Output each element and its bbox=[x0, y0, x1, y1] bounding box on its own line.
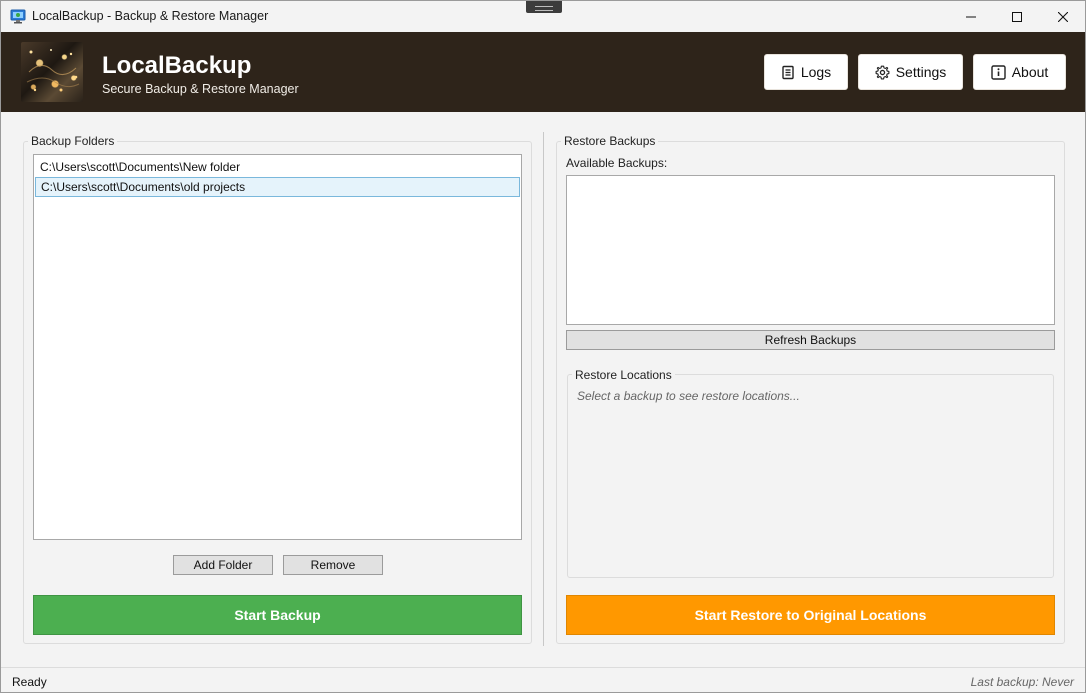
maximize-icon bbox=[1012, 11, 1022, 22]
restore-backups-label: Restore Backups bbox=[561, 134, 659, 148]
minimize-icon bbox=[966, 16, 976, 17]
settings-button-label: Settings bbox=[895, 64, 947, 80]
app-name: LocalBackup bbox=[102, 52, 252, 79]
minimize-button[interactable] bbox=[948, 1, 994, 32]
about-button-label: About bbox=[1011, 64, 1049, 80]
status-bar: Ready Last backup: Never bbox=[1, 667, 1085, 692]
restore-locations-placeholder: Select a backup to see restore locations… bbox=[577, 389, 800, 403]
list-item-selected[interactable]: C:\Users\scott\Documents\old projects bbox=[35, 177, 520, 197]
panel-divider bbox=[543, 132, 544, 646]
logs-button[interactable]: Logs bbox=[764, 54, 848, 90]
app-logo bbox=[21, 42, 83, 102]
restore-locations-label: Restore Locations bbox=[572, 368, 675, 382]
info-icon bbox=[991, 64, 1006, 80]
maximize-button[interactable] bbox=[994, 1, 1040, 32]
settings-button[interactable]: Settings bbox=[858, 54, 963, 90]
logs-button-label: Logs bbox=[800, 64, 832, 80]
snap-handle[interactable] bbox=[526, 1, 562, 13]
available-backups-list[interactable] bbox=[566, 175, 1055, 325]
refresh-backups-button[interactable]: Refresh Backups bbox=[566, 330, 1055, 350]
app-header: LocalBackup Secure Backup & Restore Mana… bbox=[1, 32, 1085, 112]
available-backups-label: Available Backups: bbox=[566, 156, 668, 170]
about-button[interactable]: About bbox=[973, 54, 1066, 90]
remove-button[interactable]: Remove bbox=[283, 555, 383, 575]
backup-folders-label: Backup Folders bbox=[28, 134, 118, 148]
app-window: LocalBackup - Backup & Restore Manager L… bbox=[0, 0, 1086, 693]
last-backup-status: Last backup: Never bbox=[970, 675, 1074, 689]
status-text: Ready bbox=[12, 675, 47, 689]
restore-locations-group bbox=[567, 374, 1054, 578]
list-item[interactable]: C:\Users\scott\Documents\New folder bbox=[35, 157, 520, 177]
start-backup-button[interactable]: Start Backup bbox=[33, 595, 522, 635]
start-restore-button[interactable]: Start Restore to Original Locations bbox=[566, 595, 1055, 635]
app-subtitle: Secure Backup & Restore Manager bbox=[102, 82, 299, 96]
add-folder-button[interactable]: Add Folder bbox=[173, 555, 273, 575]
close-button[interactable] bbox=[1040, 1, 1085, 32]
gear-icon bbox=[875, 65, 890, 79]
close-icon bbox=[1058, 11, 1068, 22]
document-list-icon bbox=[782, 65, 794, 79]
title-bar[interactable]: LocalBackup - Backup & Restore Manager bbox=[1, 1, 1085, 32]
backup-folders-list[interactable]: C:\Users\scott\Documents\New folder C:\U… bbox=[33, 154, 522, 540]
monitor-backup-icon bbox=[10, 9, 26, 24]
window-title: LocalBackup - Backup & Restore Manager bbox=[32, 9, 269, 23]
